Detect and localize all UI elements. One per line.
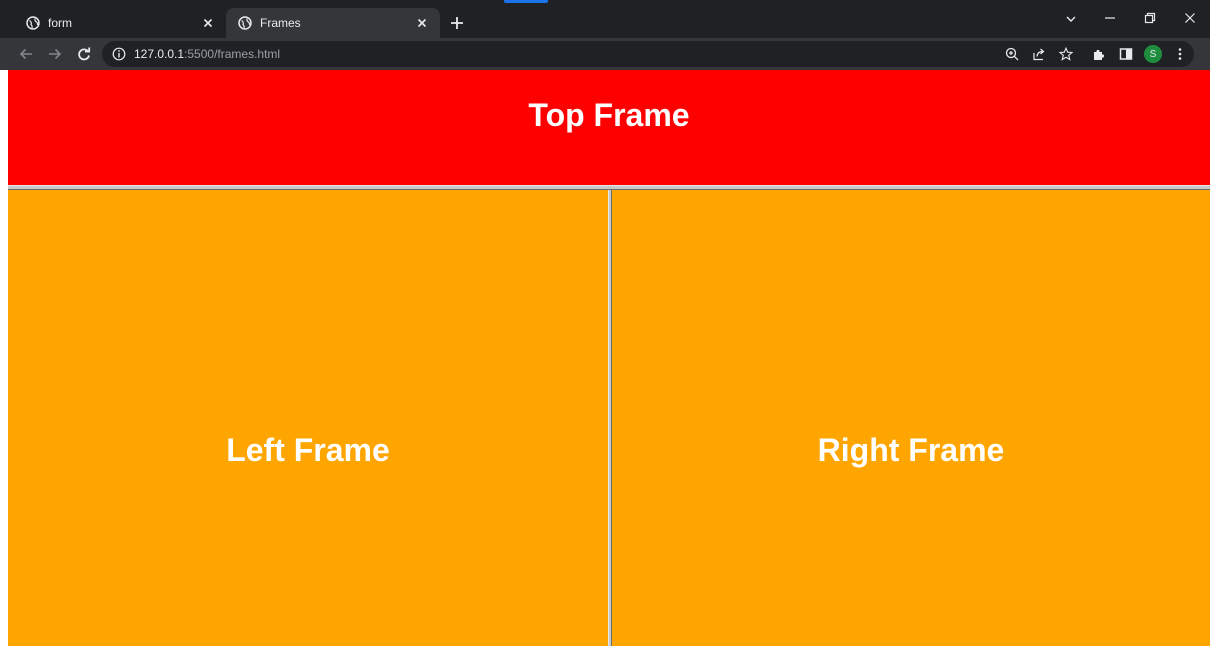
more-menu-icon[interactable] xyxy=(1168,42,1192,66)
window-controls xyxy=(1090,0,1210,38)
globe-icon xyxy=(26,16,40,30)
minimize-button[interactable] xyxy=(1090,0,1130,36)
zoom-icon[interactable] xyxy=(1000,42,1024,66)
forward-button[interactable] xyxy=(43,42,67,66)
top-frame: Top Frame xyxy=(8,70,1210,185)
left-frame: Left Frame xyxy=(8,190,608,646)
extensions-icon[interactable] xyxy=(1087,42,1111,66)
tab-form[interactable]: form xyxy=(16,8,226,38)
globe-icon xyxy=(238,16,252,30)
left-frame-heading: Left Frame xyxy=(226,432,390,468)
avatar: S xyxy=(1144,45,1162,63)
close-window-button[interactable] xyxy=(1170,0,1210,36)
toolbar-actions: S xyxy=(997,41,1194,67)
info-icon[interactable] xyxy=(112,47,126,61)
browser-toolbar: 127.0.0.1:5500/frames.html S xyxy=(0,38,1210,70)
url-host: 127.0.0.1 xyxy=(134,47,185,61)
browser-chrome: form Frames 127.0.0.1:5500/frames.html S xyxy=(0,0,1210,70)
reload-button[interactable] xyxy=(72,42,96,66)
star-icon[interactable] xyxy=(1054,42,1078,66)
tab-frames[interactable]: Frames xyxy=(226,8,440,38)
tab-label: form xyxy=(48,16,72,30)
address-url[interactable]: 127.0.0.1:5500/frames.html xyxy=(134,47,280,61)
new-tab-button[interactable] xyxy=(446,12,468,34)
right-frame-heading: Right Frame xyxy=(817,432,1005,468)
back-button[interactable] xyxy=(14,42,38,66)
tab-search-button[interactable] xyxy=(1060,8,1082,30)
address-bar[interactable]: 127.0.0.1:5500/frames.html S xyxy=(102,41,1194,67)
top-frame-heading: Top Frame xyxy=(528,97,690,133)
tab-strip: form Frames xyxy=(0,0,1210,38)
frameset-page: Top Frame Left Frame Right Frame xyxy=(8,70,1210,646)
restore-button[interactable] xyxy=(1130,0,1170,36)
url-path: :5500/frames.html xyxy=(184,47,281,61)
close-icon[interactable] xyxy=(198,13,218,33)
share-icon[interactable] xyxy=(1027,42,1051,66)
tab-strip-accent xyxy=(504,0,548,3)
right-frame: Right Frame xyxy=(612,190,1210,646)
close-icon[interactable] xyxy=(412,13,432,33)
side-panel-icon[interactable] xyxy=(1114,42,1138,66)
profile-button[interactable]: S xyxy=(1141,42,1165,66)
tab-label: Frames xyxy=(260,16,301,30)
